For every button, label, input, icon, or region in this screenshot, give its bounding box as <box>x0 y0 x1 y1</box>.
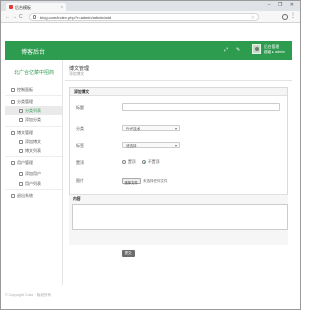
category-label: 分类 <box>76 126 84 131</box>
panel-title: 添加博文 <box>74 90 90 94</box>
bookmark-star-icon[interactable]: ☆ <box>251 15 255 21</box>
top-label: 置顶 <box>76 160 84 165</box>
top-yes-radio[interactable] <box>122 160 126 164</box>
tag-label: 标签 <box>76 143 84 148</box>
sidebar-item-label: 添加用户 <box>25 171 41 176</box>
sidebar-item-category-list[interactable]: 分类列表 <box>5 106 62 115</box>
sidebar-title: 北广合亿菜中招商 <box>14 70 55 76</box>
sidebar-item-users[interactable]: 用户管理 <box>5 158 62 167</box>
sidebar-item-posts[interactable]: 博文管理 <box>5 128 62 137</box>
sidebar-item-add-category[interactable]: 添加分类 <box>5 115 62 124</box>
edit-icon[interactable]: ✎ <box>236 47 240 53</box>
app-header: 博客后台 ⤢ ✎ 后台管理 超级 ▸ admin <box>5 41 292 60</box>
category-select-value: PHP技术 <box>126 126 141 131</box>
top-no-radio[interactable] <box>142 160 146 164</box>
lock-icon <box>33 15 36 19</box>
address-bar: ← → C blog.com/index.php?r=admin/article… <box>1 11 300 23</box>
plus-icon <box>19 171 23 176</box>
avatar[interactable] <box>252 44 261 54</box>
chevron-down-icon: ▾ <box>174 143 177 148</box>
footer-copyright: © Copyright Color · 版权所有 <box>5 293 52 297</box>
divider <box>5 189 62 190</box>
content-label: 内容 <box>73 197 81 201</box>
submit-button[interactable]: 提交 <box>122 250 135 257</box>
dashboard-icon <box>11 87 15 92</box>
sidebar-item-label: 用户管理 <box>17 160 33 165</box>
sidebar-item-label: 添加分类 <box>25 117 41 122</box>
fullscreen-icon[interactable]: ⤢ <box>224 47 228 53</box>
category-select[interactable]: PHP技术 ▾ <box>122 125 180 131</box>
logout-icon <box>11 193 15 198</box>
tag-select-value: 请选择 <box>126 143 137 148</box>
sidebar-item-label: 博文管理 <box>17 130 33 135</box>
file-status: 未选择任何文件 <box>143 179 168 183</box>
sidebar: 北广合亿菜中招商 控制面板 分类管理 分类列表 添加分类 博文管理 添加博文 博… <box>5 60 63 285</box>
choose-file-button[interactable]: 选择文件 <box>122 178 141 185</box>
browser-tab[interactable]: 后台模板 × <box>6 3 66 11</box>
account-icon[interactable] <box>282 13 288 20</box>
forward-icon[interactable]: → <box>12 14 17 20</box>
list-icon <box>19 181 23 186</box>
tag-select[interactable]: 请选择 ▾ <box>122 142 180 148</box>
title-input[interactable] <box>122 103 280 111</box>
back-icon[interactable]: ← <box>5 14 10 20</box>
sidebar-item-label: 退出系统 <box>17 193 33 198</box>
sidebar-item-add-post[interactable]: 添加博文 <box>5 137 62 146</box>
page-title: 博文管理 <box>69 66 90 72</box>
panel-header: 添加博文 <box>70 88 287 96</box>
sidebar-item-logout[interactable]: 退出系统 <box>5 191 62 200</box>
brand-title[interactable]: 博客后台 <box>21 47 45 56</box>
sidebar-item-label: 博文列表 <box>25 148 41 153</box>
sidebar-item-add-user[interactable]: 添加用户 <box>5 169 62 178</box>
sidebar-item-user-list[interactable]: 用户列表 <box>5 179 62 188</box>
sidebar-item-label: 分类列表 <box>25 108 41 113</box>
window-controls[interactable]: − ❐ ✕ <box>268 2 297 8</box>
sidebar-item-label: 分类管理 <box>17 99 33 104</box>
url-text: blog.com/index.php?r=admin/article/add <box>40 15 112 21</box>
title-label: 标题 <box>76 105 84 110</box>
browser-menu-icon[interactable]: ⋮ <box>290 13 296 19</box>
submit-label: 提交 <box>124 251 132 255</box>
divider <box>5 156 62 157</box>
divider <box>5 126 62 127</box>
page-header: 博文管理 添加博文 <box>65 60 292 81</box>
reload-icon[interactable]: C <box>19 14 23 20</box>
document-icon <box>11 130 15 135</box>
url-input[interactable]: blog.com/index.php?r=admin/article/add ☆ <box>29 13 259 21</box>
top-yes-label: 置顶 <box>128 160 136 164</box>
browser-window: 后台模板 × − ❐ ✕ ← → C blog.com/index.php?r=… <box>0 0 301 310</box>
content-textarea[interactable] <box>72 204 288 230</box>
sidebar-item-dashboard[interactable]: 控制面板 <box>5 85 62 94</box>
image-label: 图片 <box>76 178 84 183</box>
plus-icon <box>19 117 23 122</box>
sidebar-item-category[interactable]: 分类管理 <box>5 97 62 106</box>
top-no-label: 不置顶 <box>148 160 160 164</box>
browser-tab-bar: 后台模板 × − ❐ ✕ <box>1 1 300 11</box>
list-icon <box>19 148 23 153</box>
sidebar-item-label: 控制面板 <box>17 87 33 92</box>
tab-title: 后台模板 <box>15 4 31 10</box>
user-icon <box>11 160 15 165</box>
sidebar-item-label: 用户列表 <box>25 181 41 186</box>
sidebar-item-post-list[interactable]: 博文列表 <box>5 146 62 155</box>
folder-icon <box>11 99 15 104</box>
plus-icon <box>19 139 23 144</box>
user-role[interactable]: 超级 ▸ admin <box>264 50 285 55</box>
list-icon <box>19 108 23 113</box>
divider <box>5 95 62 96</box>
chevron-down-icon: ▾ <box>174 126 177 131</box>
choose-file-label: 选择文件 <box>124 180 138 185</box>
favicon-icon <box>9 5 13 9</box>
tab-close-icon[interactable]: × <box>61 4 63 9</box>
page-subtitle: 添加博文 <box>69 72 85 76</box>
sidebar-item-label: 添加博文 <box>25 139 41 144</box>
